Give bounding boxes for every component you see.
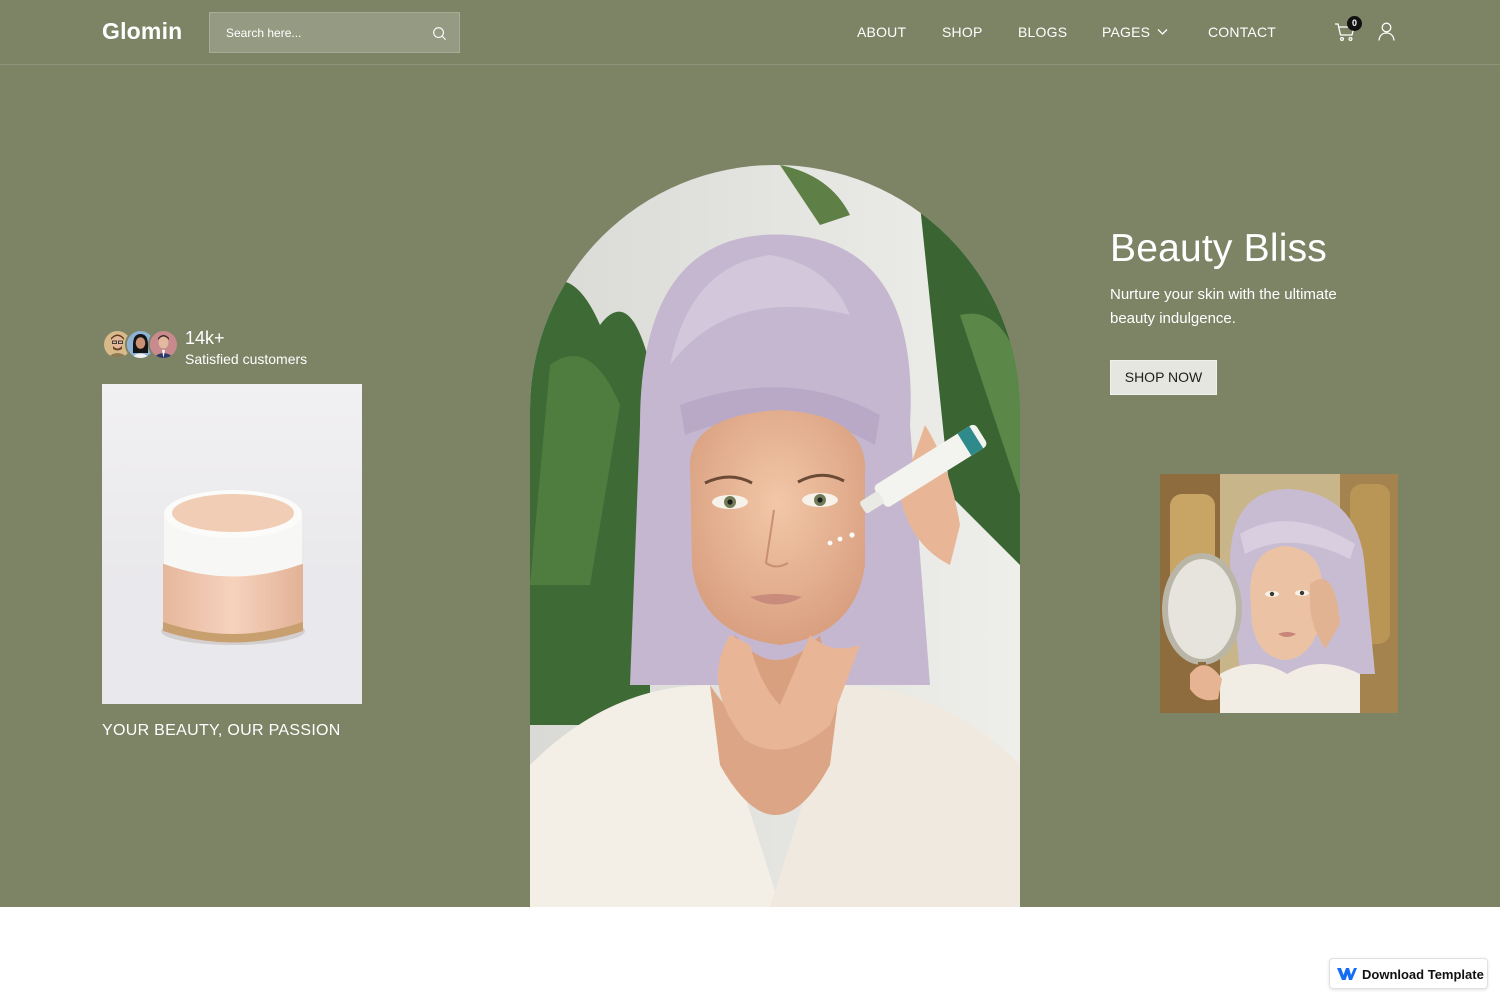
customer-avatars	[102, 329, 180, 361]
mirror-model-photo	[1160, 474, 1398, 713]
brand-logo[interactable]: Glomin	[102, 18, 182, 45]
search-icon[interactable]	[432, 26, 447, 41]
hero-subtitle: Nurture your skin with the ultimate beau…	[1110, 286, 1337, 327]
user-account-icon[interactable]	[1378, 22, 1395, 41]
search-input[interactable]: Search here...	[226, 26, 301, 40]
hero-section: Glomin Search here... ABOUT SHOP BLOGS P…	[0, 0, 1500, 907]
customer-count-label: Satisfied customers	[185, 351, 308, 367]
webflow-logo-icon	[1337, 968, 1357, 980]
nav-pages[interactable]: PAGES	[1102, 24, 1150, 40]
cart-count-badge: 0	[1347, 16, 1362, 31]
hero-title: Beauty Bliss	[1110, 227, 1327, 270]
nav-shop[interactable]: SHOP	[942, 24, 982, 40]
nav-blogs[interactable]: BLOGS	[1018, 24, 1067, 40]
search-box[interactable]: Search here...	[209, 12, 460, 53]
nav-contact[interactable]: CONTACT	[1208, 24, 1276, 40]
shop-now-button[interactable]: SHOP NOW	[1110, 360, 1217, 395]
hero-tagline: YOUR BEAUTY, OUR PASSION	[102, 722, 341, 739]
customer-count: 14k+	[185, 328, 225, 348]
cream-jar-photo	[102, 384, 362, 704]
nav-about[interactable]: ABOUT	[857, 24, 906, 40]
download-template-label: Download Template	[1362, 967, 1484, 982]
hero-model-photo	[530, 165, 1020, 907]
chevron-down-icon[interactable]	[1157, 28, 1168, 36]
site-header: Glomin Search here... ABOUT SHOP BLOGS P…	[0, 0, 1500, 65]
avatar	[148, 329, 179, 360]
download-template-button[interactable]: Download Template	[1329, 958, 1488, 989]
